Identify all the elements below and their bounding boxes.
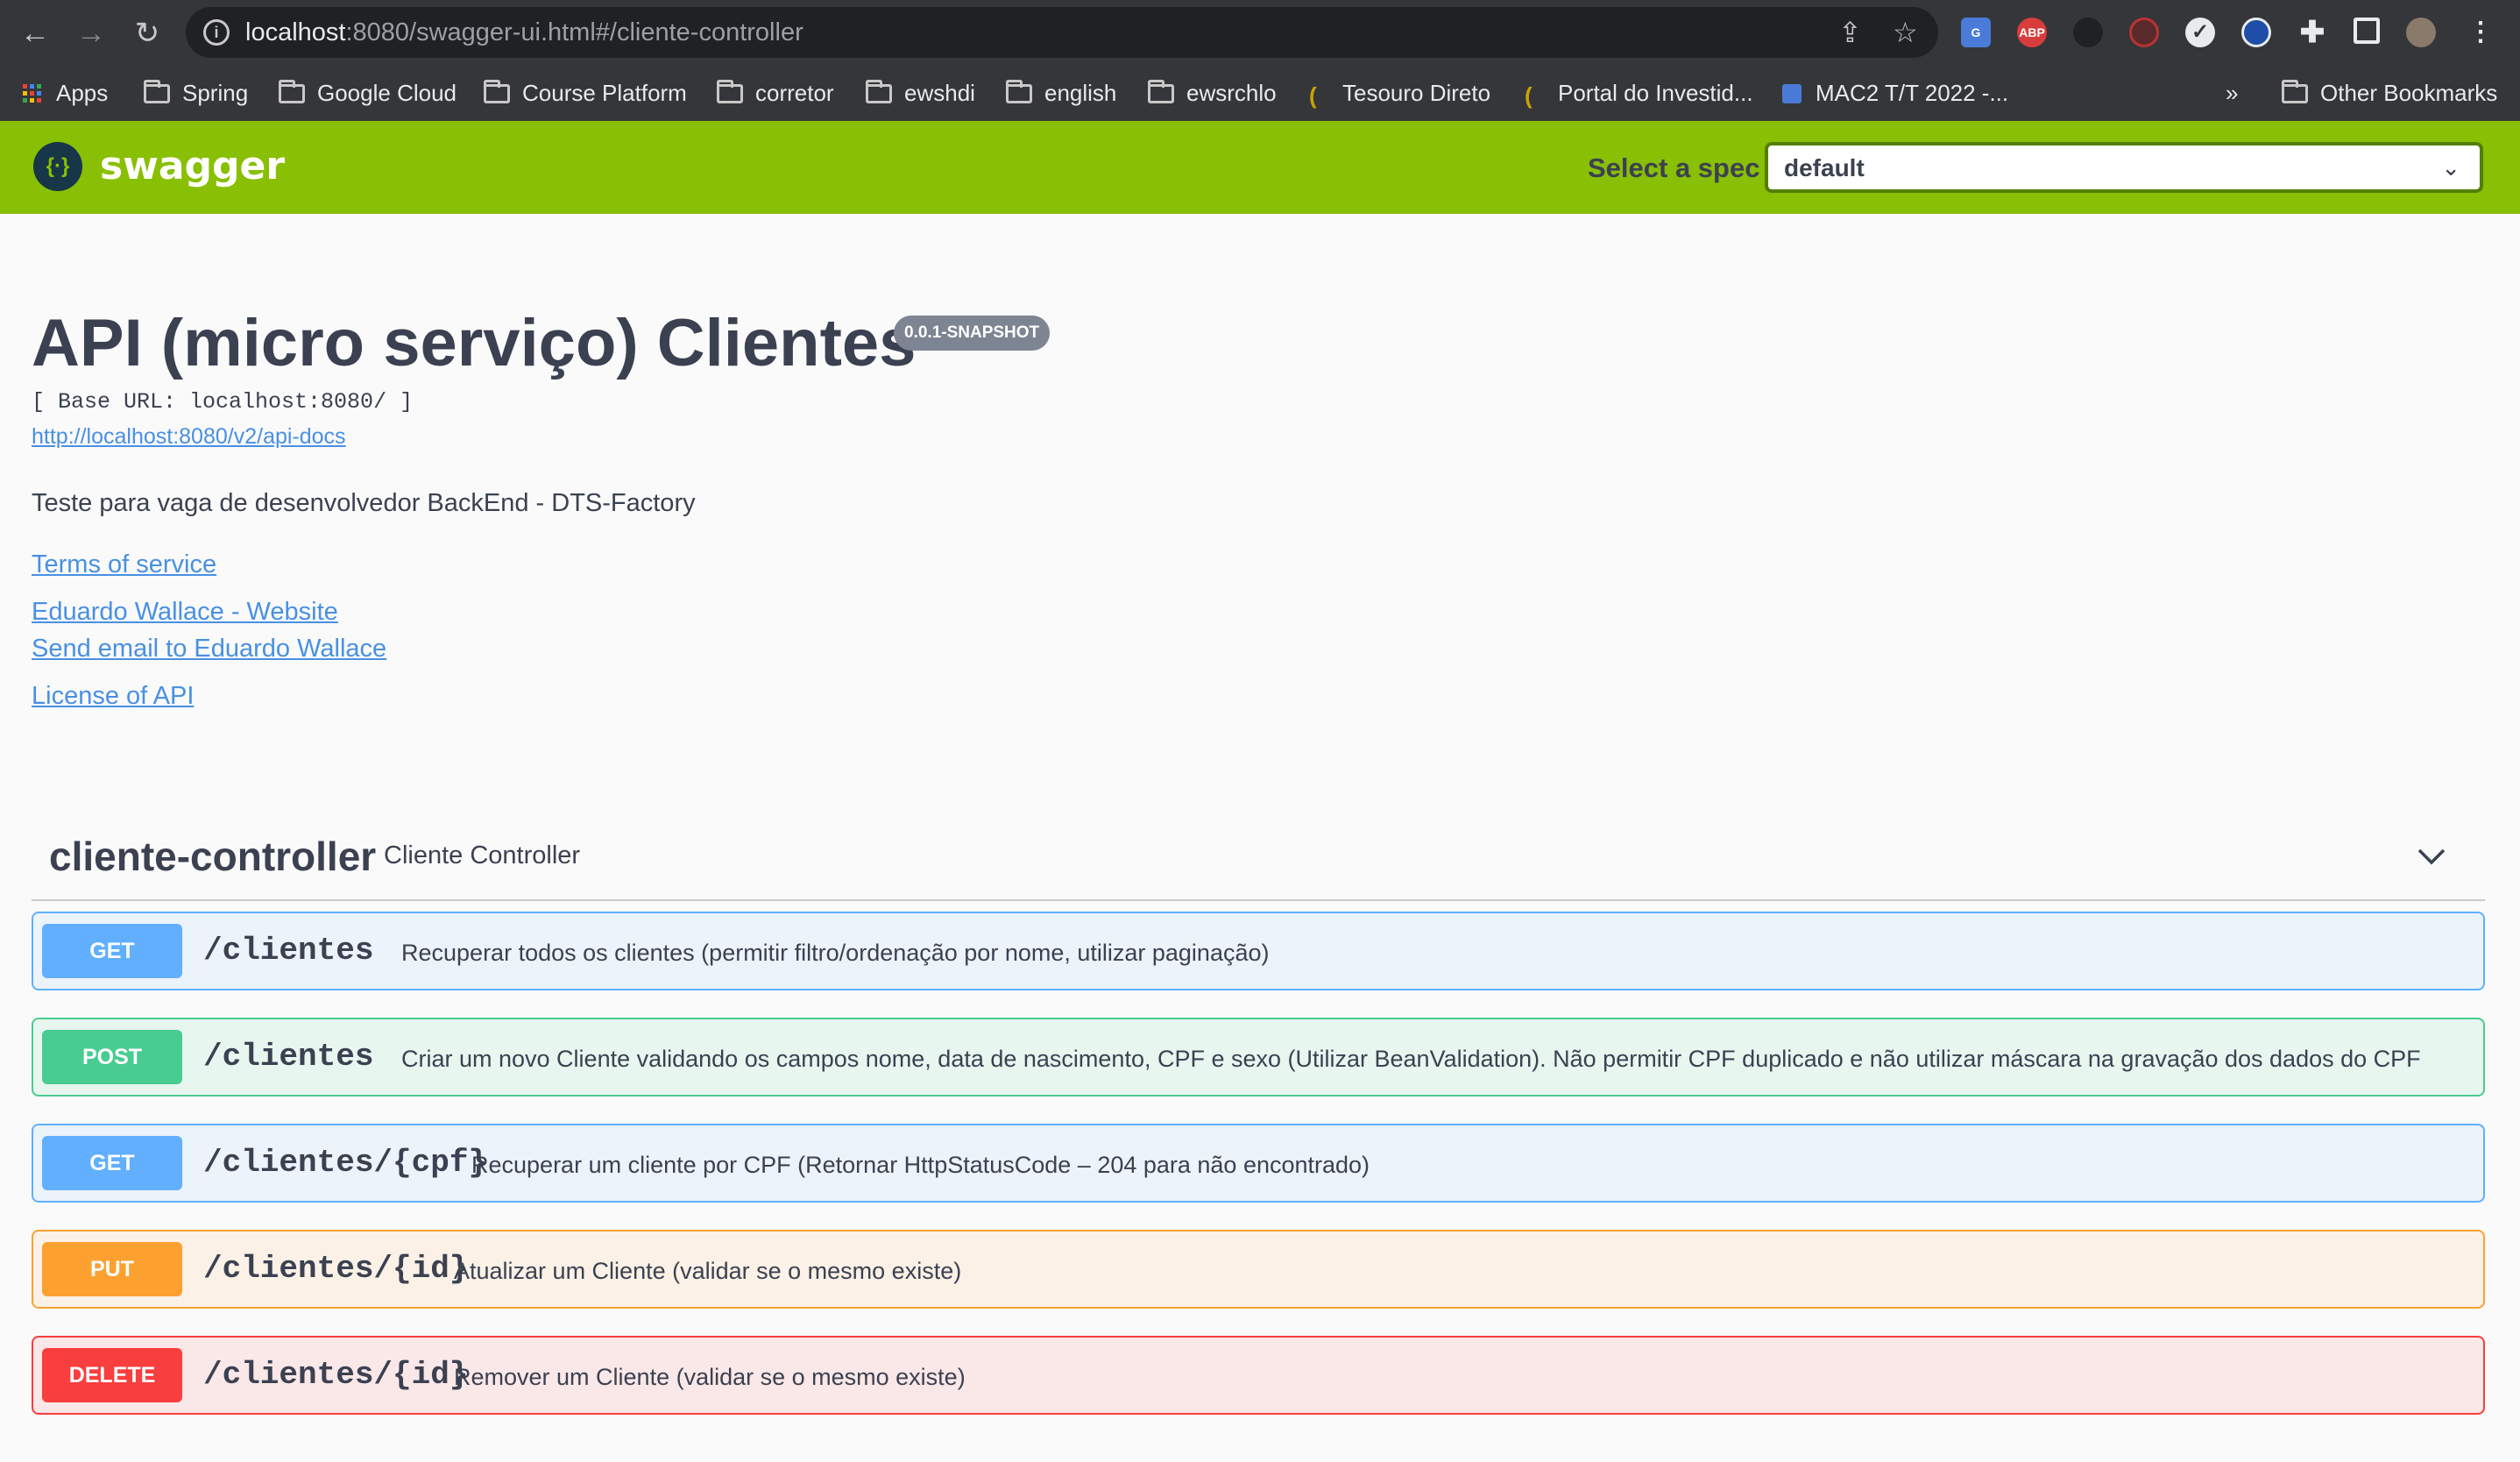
bookmark-ewshdi[interactable]: ewshdi: [866, 77, 975, 109]
folder-icon: [144, 80, 170, 103]
swagger-topbar: {·} swagger Select a spec default ⌄: [0, 121, 2520, 214]
bookmark-portal-investidor[interactable]: (Portal do Investid...: [1525, 77, 1753, 109]
share-icon[interactable]: ⇪: [1838, 18, 1862, 47]
method-badge: GET: [42, 924, 182, 978]
license-link[interactable]: License of API: [32, 682, 194, 711]
method-badge: GET: [42, 1136, 182, 1190]
terms-of-service-link[interactable]: Terms of service: [32, 550, 216, 579]
operation-get-cliente-cpf[interactable]: GET /clientes/{cpf} Recuperar um cliente…: [32, 1124, 2485, 1203]
operation-summary: Remover um Cliente (validar se o mesmo e…: [454, 1364, 966, 1390]
tesouro-favicon: (: [1309, 82, 1317, 109]
url-text[interactable]: localhost:8080/swagger-ui.html#/cliente-…: [245, 18, 803, 47]
method-badge: PUT: [42, 1242, 182, 1296]
bookmarks-bar: Apps Spring Google Cloud Course Platform…: [0, 65, 2520, 121]
operation-get-clientes[interactable]: GET /clientes Recuperar todos os cliente…: [32, 912, 2485, 990]
operation-put-cliente-id[interactable]: PUT /clientes/{id} Atualizar um Cliente …: [32, 1230, 2485, 1309]
blue-extension-icon[interactable]: [2241, 18, 2271, 47]
operation-summary: Recuperar um cliente por CPF (Retornar H…: [471, 1152, 1370, 1178]
spec-select-value: default: [1784, 154, 1865, 181]
tag-description: Cliente Controller: [384, 841, 581, 869]
adblock-plus-icon[interactable]: ABP: [2017, 18, 2047, 47]
puzzle-extensions-icon[interactable]: ✚: [2297, 18, 2327, 47]
kebab-menu-icon[interactable]: ⋮: [2466, 18, 2495, 47]
folder-icon: [484, 80, 510, 103]
google-translate-icon[interactable]: G: [1961, 18, 1991, 47]
side-panel-icon[interactable]: [2354, 18, 2380, 44]
address-bar[interactable]: i localhost:8080/swagger-ui.html#/client…: [186, 7, 1938, 58]
operation-path: /clientes: [203, 933, 374, 969]
folder-icon: [1006, 80, 1032, 103]
operation-path: /clientes/{id}: [203, 1357, 469, 1393]
apps-grid-icon: [23, 84, 41, 103]
api-title: API (micro serviço) Clientes: [32, 306, 917, 380]
extension-dark-icon[interactable]: [2073, 18, 2103, 47]
method-badge: POST: [42, 1030, 182, 1084]
method-badge: DELETE: [42, 1348, 182, 1402]
version-badge: 0.0.1-SNAPSHOT: [894, 316, 1051, 351]
bookmark-mac2[interactable]: MAC2 T/T 2022 -...: [1782, 77, 2008, 109]
bookmark-course-platform[interactable]: Course Platform: [484, 77, 687, 109]
bookmark-spring[interactable]: Spring: [144, 77, 248, 109]
api-description: Teste para vaga de desenvolvedor BackEnd…: [32, 489, 696, 517]
bookmark-google-cloud[interactable]: Google Cloud: [279, 77, 457, 109]
site-info-icon[interactable]: i: [203, 19, 230, 46]
profile-avatar[interactable]: [2406, 18, 2436, 47]
bookmark-english[interactable]: english: [1006, 77, 1116, 109]
operation-path: /clientes/{id}: [203, 1251, 469, 1287]
operation-summary: Atualizar um Cliente (validar se o mesmo…: [454, 1258, 962, 1284]
website-link[interactable]: Eduardo Wallace - Website: [32, 598, 338, 627]
tesouro-favicon: (: [1525, 82, 1533, 109]
bookmark-tesouro-direto[interactable]: (Tesouro Direto: [1309, 77, 1490, 109]
docs-favicon: [1782, 84, 1802, 103]
folder-icon: [2282, 80, 2308, 103]
base-url: [ Base URL: localhost:8080/ ]: [32, 389, 414, 415]
email-link[interactable]: Send email to Eduardo Wallace: [32, 635, 386, 664]
folder-icon: [866, 80, 892, 103]
folder-icon: [1148, 80, 1174, 103]
bookmark-apps[interactable]: Apps: [23, 77, 108, 109]
bookmark-star-icon[interactable]: ☆: [1893, 18, 1918, 47]
swagger-logo-icon: {·}: [33, 142, 82, 191]
bookmark-ewsrchlo[interactable]: ewsrchlo: [1148, 77, 1277, 109]
reload-icon[interactable]: ↻: [130, 16, 165, 51]
browser-toolbar: ← → ↻ i localhost:8080/swagger-ui.html#/…: [0, 0, 2520, 65]
api-docs-link[interactable]: http://localhost:8080/v2/api-docs: [32, 424, 346, 450]
tag-name: cliente-controller: [49, 834, 377, 879]
chevron-down-icon: ⌄: [2441, 154, 2460, 181]
bookmarks-overflow-button[interactable]: »: [2226, 77, 2238, 109]
chevron-down-icon[interactable]: [2417, 841, 2446, 871]
folder-icon: [717, 80, 743, 103]
operation-post-clientes[interactable]: POST /clientes Criar um novo Cliente val…: [32, 1018, 2485, 1096]
operation-summary: Recuperar todos os clientes (permitir fi…: [401, 940, 1270, 966]
select-spec-label: Select a spec: [1588, 153, 1760, 183]
operation-summary: Criar um novo Cliente validando os campo…: [401, 1046, 2421, 1072]
swagger-logo-text: swagger: [100, 144, 286, 188]
back-arrow-icon[interactable]: ←: [18, 16, 53, 51]
other-bookmarks[interactable]: Other Bookmarks: [2282, 77, 2497, 109]
browser-chrome: ← → ↻ i localhost:8080/swagger-ui.html#/…: [0, 0, 2520, 121]
spec-select[interactable]: default ⌄: [1765, 142, 2483, 193]
operation-delete-cliente-id[interactable]: DELETE /clientes/{id} Remover um Cliente…: [32, 1336, 2485, 1415]
folder-icon: [279, 80, 305, 103]
forward-arrow-icon[interactable]: →: [74, 16, 109, 51]
bookmark-corretor[interactable]: corretor: [717, 77, 834, 109]
record-extension-icon[interactable]: [2129, 18, 2159, 47]
tag-section-header[interactable]: cliente-controller Cliente Controller: [32, 819, 2485, 901]
operation-path: /clientes/{cpf}: [203, 1145, 488, 1181]
operation-path: /clientes: [203, 1039, 374, 1075]
check-extension-icon[interactable]: ✓: [2185, 18, 2215, 47]
